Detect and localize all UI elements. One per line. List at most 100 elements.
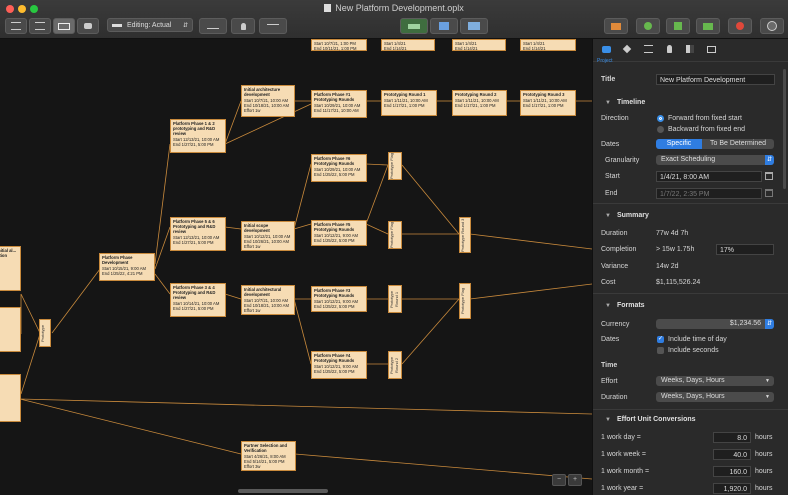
list-indent-icon <box>643 45 653 53</box>
outline-view-button[interactable] <box>5 18 27 34</box>
work-month-field[interactable]: 160.0 <box>713 466 751 477</box>
divider <box>593 293 788 294</box>
task-node-ph1[interactable]: Platform Phase #1 Prototyping Rounds Sta… <box>311 90 367 118</box>
assign-resource-button[interactable] <box>231 18 255 34</box>
task-node-round3[interactable]: Prototyping Round 3 Start 1/11/21, 10:00… <box>520 90 576 116</box>
cost-label: Cost <box>601 279 616 286</box>
work-day-field[interactable]: 8.0 <box>713 432 751 443</box>
cost-value: $1,115,526.24 <box>656 279 701 286</box>
milestone-node[interactable]: Prototype Flag <box>388 152 402 180</box>
milestone-node[interactable]: Prototype Flag <box>388 221 402 249</box>
notes-button[interactable] <box>696 18 720 34</box>
task-node-scope[interactable]: Initial scope development Start 10/12/21… <box>241 221 295 251</box>
duration-format-popup[interactable]: Weeks, Days, Hours ▼ <box>656 392 774 402</box>
style-tab[interactable] <box>685 44 695 54</box>
task-node-top[interactable]: Start 1/4/21 End 1/14/21 <box>452 39 506 51</box>
task-node-top[interactable]: Start 10/7/21, 1:00 PM End 10/11/21, 1:0… <box>311 39 367 51</box>
resource-view-button[interactable] <box>77 18 99 34</box>
info-icon <box>767 21 777 31</box>
tbd-segment[interactable]: To Be Determined <box>702 139 774 149</box>
task-node-pp56[interactable]: Platform Phase 5 & 6 Prototyping and R&D… <box>170 217 226 251</box>
level-button[interactable] <box>400 18 428 34</box>
project-tab[interactable] <box>601 44 611 54</box>
task-node-round1[interactable]: Prototyping Round 1 Start 1/11/21, 10:00… <box>381 90 437 116</box>
task-node-left-partial[interactable]: Initial al... ation <box>0 246 21 291</box>
window-title: New Platform Development.oplx <box>0 3 788 13</box>
share-button[interactable] <box>666 18 690 34</box>
start-date-field[interactable]: 1/4/21, 8:00 AM <box>656 171 762 182</box>
title-field[interactable]: New Platform Development <box>656 74 775 85</box>
calendar-icon[interactable] <box>765 189 773 197</box>
task-tab[interactable] <box>622 44 632 54</box>
task-node-ph3[interactable]: Platform Phase #3 Prototyping Rounds Sta… <box>311 286 367 312</box>
table-tab[interactable] <box>706 44 716 54</box>
forward-label: Forward from fixed start <box>668 115 742 122</box>
task-node-pp34[interactable]: Platform Phase 3 & 4 Prototyping and R&D… <box>170 283 226 317</box>
chevron-updown-icon: ⇵ <box>765 319 774 329</box>
include-seconds-checkbox[interactable] <box>657 347 664 354</box>
calendar-icon[interactable] <box>765 172 773 180</box>
resource-tab[interactable] <box>664 44 674 54</box>
network-canvas[interactable]: Initial al... ation Prototype Platform P… <box>0 39 592 495</box>
stop-button[interactable] <box>728 18 752 34</box>
backward-radio[interactable] <box>657 126 664 133</box>
work-week-label: 1 work week = <box>601 451 646 458</box>
person-icon <box>240 22 246 30</box>
task-node-top[interactable]: Start 1/4/21 End 1/14/21 <box>520 39 576 51</box>
milestone-node[interactable]: Prototype Flag <box>459 283 471 319</box>
end-label: End <box>605 190 618 197</box>
work-year-field[interactable]: 1,920.0 <box>713 483 751 494</box>
project-tab-label: Project <box>597 58 613 64</box>
info-button[interactable] <box>760 18 784 34</box>
currency-popup[interactable]: $1,234.56 ⇵ <box>656 319 774 329</box>
horizontal-scrollbar[interactable] <box>238 489 328 493</box>
include-time-checkbox[interactable]: ✓ <box>657 336 664 343</box>
effort-format-popup[interactable]: Weeks, Days, Hours ▼ <box>656 376 774 386</box>
zoom-in-button[interactable]: + <box>568 474 582 486</box>
end-date-field[interactable]: 1/7/22, 2:35 PM <box>656 188 762 199</box>
completion-value: > 15w 1.75h <box>656 246 695 253</box>
violations-icon <box>644 22 652 30</box>
editing-mode-popup[interactable]: Editing: Actual ⇵ <box>107 18 193 32</box>
task-node-ph4[interactable]: Platform Phase #4 Prototyping Rounds Sta… <box>311 351 367 379</box>
gantt-view-button[interactable] <box>29 18 51 34</box>
milestone-node[interactable]: Prototype Round 2 <box>388 351 402 379</box>
publish-button[interactable] <box>460 18 488 34</box>
milestone-node[interactable]: Prototype Round 3 <box>459 217 471 253</box>
task-node-ph5[interactable]: Platform Phase #5 Prototyping Rounds Sta… <box>311 220 367 246</box>
task-node-left-partial[interactable] <box>0 307 21 352</box>
granularity-popup[interactable]: Exact Scheduling ⇵ <box>656 155 774 165</box>
zoom-out-button[interactable]: − <box>552 474 566 486</box>
work-year-unit: hours <box>755 485 773 492</box>
task-node-arch1[interactable]: Initial architecture development Start 1… <box>241 85 295 117</box>
work-week-unit: hours <box>755 451 773 458</box>
network-view-button[interactable] <box>53 18 75 34</box>
specific-segment[interactable]: Specific <box>656 139 702 149</box>
milestone-node[interactable]: Prototype Round 1 <box>388 285 402 313</box>
task-node-ph6[interactable]: Platform Phase #6 Prototyping Rounds Sta… <box>311 154 367 182</box>
calendar-button[interactable] <box>604 18 628 34</box>
task-node-top[interactable]: Start 1/4/21 End 1/14/21 <box>381 39 435 51</box>
effort-units-section-header[interactable]: ▼ Effort Unit Conversions <box>605 416 696 423</box>
task-node-pp12[interactable]: Platform Phase 1 & 2 prototyping and R&D… <box>170 119 226 153</box>
formats-section-header[interactable]: ▼ Formats <box>605 302 645 309</box>
chevron-updown-icon: ⇵ <box>182 22 188 29</box>
timeline-section-header[interactable]: ▼ Timeline <box>605 99 645 106</box>
completion-percent-field[interactable]: 17% <box>716 244 774 255</box>
inspector-scrollbar[interactable] <box>783 69 786 189</box>
connect-tasks-button[interactable] <box>259 18 287 34</box>
task-node-round2[interactable]: Prototyping Round 2 Start 1/11/21, 10:00… <box>452 90 507 116</box>
forward-radio[interactable] <box>657 115 664 122</box>
summary-section-header[interactable]: ▼ Summary <box>605 212 649 219</box>
milestone-node[interactable]: Prototype <box>39 319 51 347</box>
task-node-platform-phase-development[interactable]: Platform Phase Development Start 10/15/2… <box>99 253 155 281</box>
work-week-field[interactable]: 40.0 <box>713 449 751 460</box>
outline-tab[interactable] <box>643 44 653 54</box>
work-month-unit: hours <box>755 468 773 475</box>
catch-up-button[interactable] <box>430 18 458 34</box>
violations-button[interactable] <box>636 18 660 34</box>
task-node-left-partial[interactable] <box>0 374 21 422</box>
task-node-arch2[interactable]: Initial architectural development Start … <box>241 285 295 315</box>
task-node-partner-selection[interactable]: Partner Selection and Verification Start… <box>241 441 296 471</box>
indent-button[interactable] <box>199 18 227 34</box>
